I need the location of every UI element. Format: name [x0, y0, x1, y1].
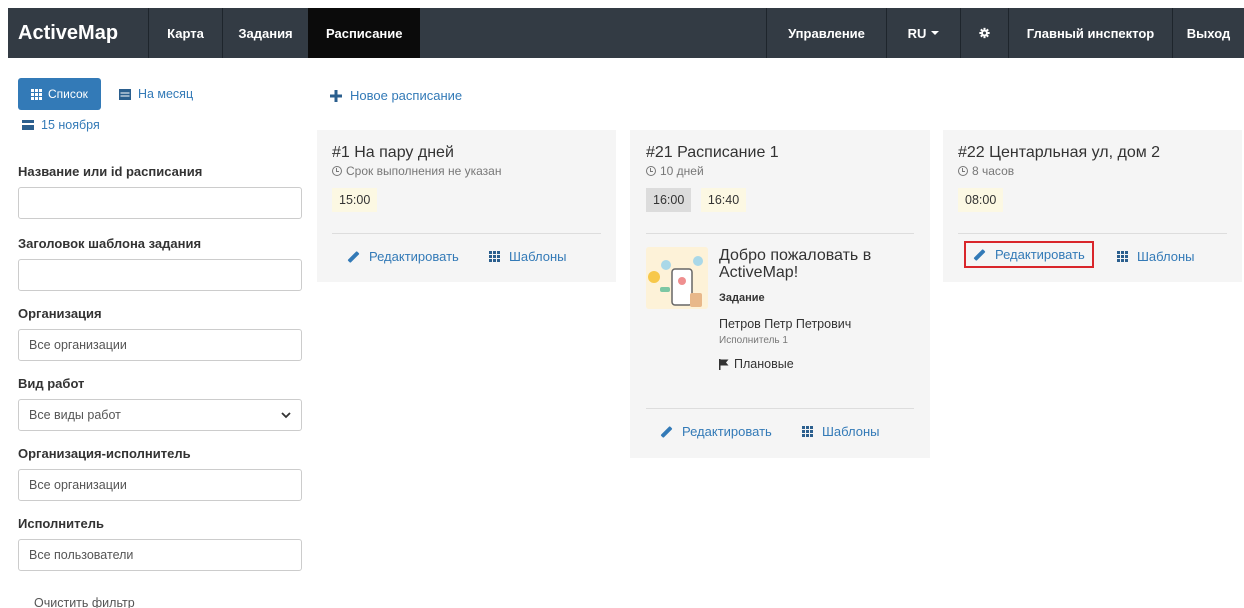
flag-icon — [719, 358, 729, 370]
nav-user[interactable]: Главный инспектор — [1008, 8, 1172, 58]
calendar-icon — [118, 89, 131, 100]
filter-executor-org: Организация-исполнитель Все организации — [18, 446, 302, 501]
filter-label: Вид работ — [18, 376, 85, 391]
edit-label: Редактировать — [995, 247, 1085, 262]
task-title[interactable]: Добро пожаловать в ActiveMap! — [719, 247, 919, 281]
organization-input[interactable]: Все организации — [18, 329, 302, 361]
top-navbar: ActiveMap Карта Задания Расписание Управ… — [8, 8, 1244, 58]
divider — [646, 408, 914, 409]
schedule-duration: 8 часов — [958, 164, 1160, 178]
language-label: RU — [907, 25, 927, 41]
gear-icon — [979, 27, 990, 39]
month-view-link[interactable]: На месяц — [118, 87, 194, 101]
edit-label: Редактировать — [682, 424, 772, 439]
task-thumbnail[interactable] — [646, 247, 708, 309]
schedule-time: 08:00 — [958, 188, 1004, 212]
schedule-title[interactable]: #1 На пару дней — [332, 144, 501, 162]
duration-text: 8 часов — [972, 164, 1015, 178]
work-type-select[interactable]: Все виды работ — [18, 399, 302, 431]
templates-label: Шаблоны — [822, 424, 880, 439]
date-label: 15 ноября — [41, 118, 100, 132]
edit-label: Редактировать — [369, 249, 459, 264]
edit-button[interactable]: Редактировать — [347, 249, 459, 264]
list-view-label: Список — [48, 87, 88, 101]
grid-icon — [489, 251, 500, 262]
templates-button[interactable]: Шаблоны — [1117, 249, 1195, 264]
divider — [332, 233, 601, 234]
filter-organization: Организация Все организации — [18, 306, 302, 361]
month-view-label: На месяц — [137, 87, 194, 101]
schedule-card: #1 На пару дней Срок выполнения не указа… — [317, 130, 616, 282]
filter-template-title: Заголовок шаблона задания — [18, 236, 302, 291]
task-image — [646, 247, 708, 309]
grid-icon — [802, 426, 813, 437]
task-priority: Плановые — [719, 357, 919, 371]
clock-icon — [646, 166, 656, 176]
filter-executor: Исполнитель Все пользователи — [18, 516, 302, 571]
filter-label: Заголовок шаблона задания — [18, 236, 202, 251]
nav-schedule[interactable]: Расписание — [308, 8, 420, 58]
filter-schedule-name: Название или id расписания — [18, 164, 302, 219]
settings-button[interactable] — [960, 8, 1008, 58]
clear-filter-button[interactable]: Очистить фильтр — [34, 596, 135, 608]
schedule-time: 15:00 — [332, 188, 378, 212]
grid-icon — [31, 88, 42, 100]
schedule-name-input[interactable] — [18, 187, 302, 219]
duration-text: Срок выполнения не указан — [346, 164, 502, 178]
task-info: Добро пожаловать в ActiveMap! Задание Пе… — [719, 247, 919, 371]
filter-sidebar: Список На месяц 15 ноября Название или i… — [18, 78, 302, 608]
schedule-title[interactable]: #22 Центарльная ул, дом 2 — [958, 144, 1160, 162]
pencil-icon — [660, 425, 673, 438]
filter-label: Организация — [18, 306, 102, 321]
new-schedule-label: Новое расписание — [350, 88, 463, 103]
nav-manage[interactable]: Управление — [766, 8, 886, 58]
chevron-down-icon — [931, 31, 940, 35]
schedule-card: #21 Расписание 1 10 дней 16:00 16:40 Доб… — [630, 130, 930, 458]
grid-icon — [1117, 251, 1128, 262]
task-assignee-role: Исполнитель 1 — [719, 335, 788, 346]
templates-button[interactable]: Шаблоны — [802, 424, 880, 439]
schedule-time: 16:40 — [700, 188, 747, 212]
clock-icon — [958, 166, 968, 176]
duration-text: 10 дней — [660, 164, 704, 178]
brand-logo[interactable]: ActiveMap — [8, 8, 148, 58]
priority-label: Плановые — [734, 357, 794, 371]
pencil-icon — [973, 248, 986, 261]
divider — [646, 233, 914, 234]
divider — [958, 233, 1227, 234]
edit-button[interactable]: Редактировать — [964, 241, 1094, 268]
templates-button[interactable]: Шаблоны — [489, 249, 567, 264]
pencil-icon — [347, 250, 360, 263]
filter-label: Исполнитель — [18, 516, 104, 531]
executor-org-input[interactable]: Все организации — [18, 469, 302, 501]
card-icon — [22, 120, 34, 130]
filter-label: Название или id расписания — [18, 164, 203, 179]
nav-map[interactable]: Карта — [148, 8, 222, 58]
schedule-time: 16:00 — [646, 188, 692, 212]
schedule-card: #22 Центарльная ул, дом 2 8 часов 08:00 … — [943, 130, 1242, 282]
chevron-down-icon — [281, 411, 291, 418]
task-assignee: Петров Петр Петрович — [719, 317, 852, 331]
schedule-title[interactable]: #21 Расписание 1 — [646, 144, 779, 162]
date-link[interactable]: 15 ноября — [22, 118, 302, 132]
work-type-value: Все виды работ — [29, 408, 121, 422]
task-type: Задание — [719, 292, 765, 304]
nav-tasks[interactable]: Задания — [222, 8, 308, 58]
schedule-duration: 10 дней — [646, 164, 779, 178]
plus-icon — [330, 89, 342, 102]
templates-label: Шаблоны — [509, 249, 567, 264]
template-title-input[interactable] — [18, 259, 302, 291]
list-view-button[interactable]: Список — [18, 78, 101, 110]
clock-icon — [332, 166, 342, 176]
nav-language[interactable]: RU — [886, 8, 960, 58]
filter-work-type: Вид работ Все виды работ — [18, 376, 302, 431]
templates-label: Шаблоны — [1137, 249, 1195, 264]
new-schedule-button[interactable]: Новое расписание — [330, 88, 462, 103]
edit-button[interactable]: Редактировать — [660, 424, 772, 439]
executor-input[interactable]: Все пользователи — [18, 539, 302, 571]
filter-label: Организация-исполнитель — [18, 446, 191, 461]
logout-button[interactable]: Выход — [1172, 8, 1244, 58]
schedule-duration: Срок выполнения не указан — [332, 164, 501, 178]
